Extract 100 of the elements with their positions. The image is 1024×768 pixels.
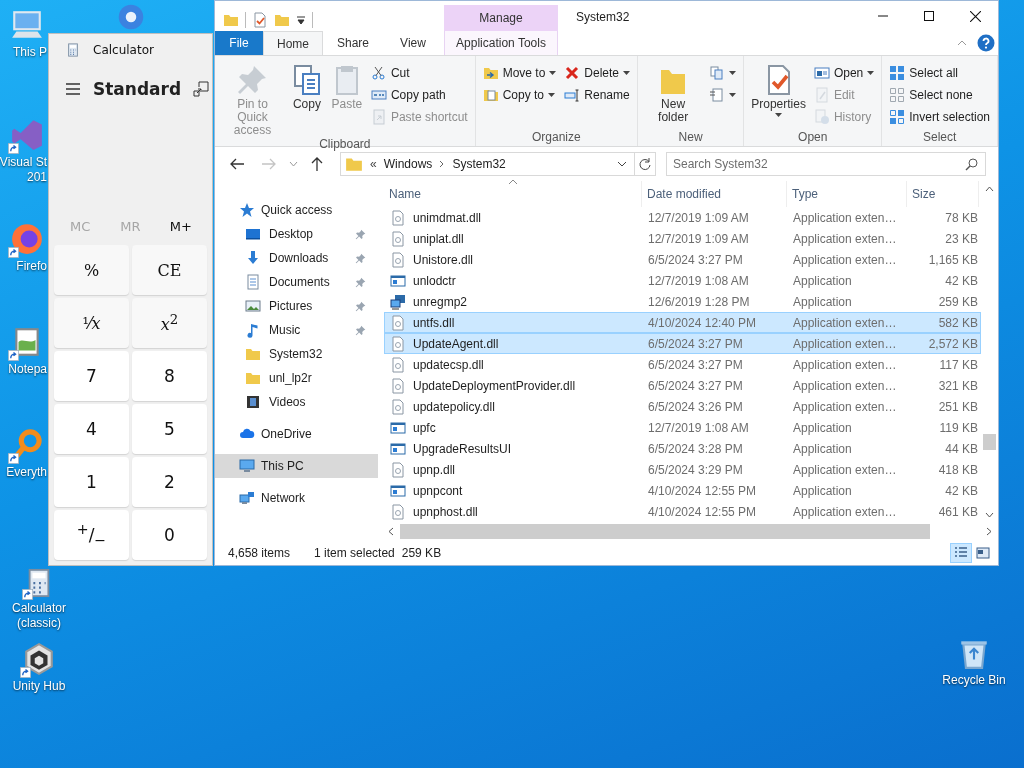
nav-item[interactable]: Music: [215, 318, 378, 342]
file-row[interactable]: unlodctr 12/7/2019 1:08 AM Application 42 KB: [384, 270, 981, 291]
file-row[interactable]: upnp.dll 6/5/2024 3:29 PM Application exten… 418 KB: [384, 459, 981, 480]
file-row[interactable]: Unistore.dll 6/5/2024 3:27 PM Application exten… 1,165 KB: [384, 249, 981, 270]
nav-item[interactable]: Videos: [215, 390, 378, 414]
round-logo-icon[interactable]: [117, 3, 145, 31]
calculator-key[interactable]: x$^{2}$: [132, 298, 207, 348]
ribbon-button[interactable]: Select all: [886, 63, 993, 83]
view-button[interactable]: [950, 542, 972, 563]
ribbon-button[interactable]: Copy to: [479, 85, 560, 105]
up-arrow-icon[interactable]: [310, 156, 324, 172]
search-icon[interactable]: [965, 158, 978, 171]
scroll-up-icon[interactable]: [985, 186, 994, 192]
ribbon-button[interactable]: Properties: [748, 58, 809, 130]
nav-item[interactable]: OneDrive: [215, 422, 378, 446]
close-icon: [969, 10, 981, 22]
ribbon-tab[interactable]: File: [215, 31, 263, 55]
scroll-thumb[interactable]: [983, 434, 996, 450]
dropdown-icon[interactable]: [617, 161, 627, 167]
calculator-key[interactable]: 0: [132, 510, 207, 560]
desktop-icon-label[interactable]: Calculator: [12, 601, 66, 616]
recent-locations-icon[interactable]: [289, 161, 298, 167]
file-row[interactable]: UpdateAgent.dll 6/5/2024 3:27 PM Application exten… 2,572 KB: [384, 333, 981, 354]
ribbon-tab[interactable]: Share: [323, 31, 383, 55]
ribbon-button[interactable]: Copy: [287, 58, 326, 137]
nav-item[interactable]: unl_lp2r: [215, 366, 378, 390]
file-row[interactable]: upnphost.dll 4/10/2024 12:55 PM Application exten… 461 KB: [384, 501, 981, 522]
nav-item[interactable]: Pictures: [215, 294, 378, 318]
ribbon-tab[interactable]: Home: [263, 31, 323, 55]
nav-item[interactable]: Network: [215, 486, 378, 510]
file-row[interactable]: unimdmat.dll 12/7/2019 1:09 AM Application exten… 78 KB: [384, 207, 981, 228]
scroll-down-icon[interactable]: [985, 512, 994, 518]
date-cell-text: 6/5/2024 3:26 PM: [647, 399, 744, 414]
chevron-icon[interactable]: [439, 160, 446, 168]
checked-page-icon[interactable]: [252, 11, 268, 28]
calculator-key[interactable]: $^{+}$/$_{−}$: [54, 510, 129, 560]
nav-item[interactable]: Desktop: [215, 222, 378, 246]
cube-icon[interactable]: [22, 642, 56, 676]
file-name: unlodctr: [413, 273, 456, 288]
file-row[interactable]: upfc 12/7/2019 1:08 AM Application 119 KB: [384, 417, 981, 438]
ribbon-button[interactable]: Cut: [367, 63, 471, 83]
nav-item[interactable]: System32: [215, 342, 378, 366]
scroll-right-icon[interactable]: [986, 527, 992, 536]
file-row[interactable]: UpdateDeploymentProvider.dll 6/5/2024 3:27 PM Application exten… 321 KB: [384, 375, 981, 396]
collapse-ribbon-icon[interactable]: [957, 39, 967, 47]
ribbon-button[interactable]: Open: [810, 63, 878, 83]
desktop-icon-label[interactable]: Unity Hub: [12, 679, 66, 694]
file-row[interactable]: uniplat.dll 12/7/2019 1:09 AM Application exten… 23 KB: [384, 228, 981, 249]
ribbon-button[interactable]: Move to: [479, 63, 560, 83]
ribbon-button[interactable]: Rename: [561, 85, 634, 105]
calculator-key[interactable]: ¹⁄x: [54, 298, 129, 348]
column-header[interactable]: Type: [787, 181, 907, 207]
keep-on-top-icon[interactable]: [193, 81, 210, 97]
customize-dropdown-icon[interactable]: [296, 13, 306, 26]
column-header[interactable]: Size: [907, 181, 979, 207]
calculator-key[interactable]: 8: [132, 351, 207, 401]
ribbon-button[interactable]: Invert selection: [886, 107, 993, 127]
scroll-thumb[interactable]: [400, 524, 930, 539]
back-arrow-icon[interactable]: [229, 157, 245, 171]
ribbon-tab[interactable]: Application Tools: [444, 31, 558, 55]
calculator-key[interactable]: 7: [54, 351, 129, 401]
calculator-key[interactable]: CE: [132, 245, 207, 295]
file-row[interactable]: updatepolicy.dll 6/5/2024 3:26 PM Application exten… 251 KB: [384, 396, 981, 417]
file-name: Unistore.dll: [413, 252, 474, 267]
size-cell-text: 259 KB: [937, 294, 979, 309]
calculator-key[interactable]: 4: [54, 404, 129, 454]
flame-logo-icon[interactable]: [10, 222, 44, 256]
nav-item[interactable]: Documents: [215, 270, 378, 294]
calculator-key[interactable]: 5: [132, 404, 207, 454]
file-row[interactable]: UpgradeResultsUI 6/5/2024 3:28 PM Application 44 KB: [384, 438, 981, 459]
help-icon[interactable]: [977, 34, 995, 52]
desktop-icon-label[interactable]: (classic): [17, 616, 61, 631]
nav-item[interactable]: This PC: [215, 454, 378, 478]
ribbon-button[interactable]: Delete: [561, 63, 634, 83]
ribbon-button[interactable]: Copy path: [367, 85, 471, 105]
breadcrumb[interactable]: Windows: [383, 157, 433, 171]
calculator-key[interactable]: %: [54, 245, 129, 295]
scroll-left-icon[interactable]: [388, 527, 394, 536]
infinity-logo-icon[interactable]: [10, 118, 44, 152]
file-row[interactable]: untfs.dll 4/10/2024 12:40 PM Application exten… 582 KB: [384, 312, 981, 333]
size-cell-text: 321 KB: [937, 378, 979, 393]
desktop-icon-label[interactable]: Recycle Bin: [942, 673, 1006, 688]
overflow-mark[interactable]: «: [370, 157, 377, 171]
address-field[interactable]: « Windows System32: [340, 152, 656, 176]
file-row[interactable]: upnpcont 4/10/2024 12:55 PM Application 42 KB: [384, 480, 981, 501]
menu-icon[interactable]: [65, 82, 81, 96]
ribbon-button[interactable]: Select none: [886, 85, 993, 105]
ribbon-tab[interactable]: View: [383, 31, 443, 55]
file-row[interactable]: unregmp2 12/6/2019 1:28 PM Application 259 KB: [384, 291, 981, 312]
calculator-key[interactable]: 2: [132, 457, 207, 507]
breadcrumb[interactable]: System32: [452, 157, 506, 171]
nav-item[interactable]: Downloads: [215, 246, 378, 270]
nav-item[interactable]: Quick access: [215, 198, 378, 222]
ribbon-button[interactable]: New folder: [642, 58, 705, 130]
calculator-key[interactable]: 1: [54, 457, 129, 507]
memory-button[interactable]: M+: [156, 213, 205, 239]
column-header[interactable]: Name: [384, 181, 642, 207]
column-header[interactable]: Date modified: [642, 181, 787, 207]
search-field[interactable]: Search System32: [666, 152, 986, 176]
file-row[interactable]: updatecsp.dll 6/5/2024 3:27 PM Application exten… 117 KB: [384, 354, 981, 375]
